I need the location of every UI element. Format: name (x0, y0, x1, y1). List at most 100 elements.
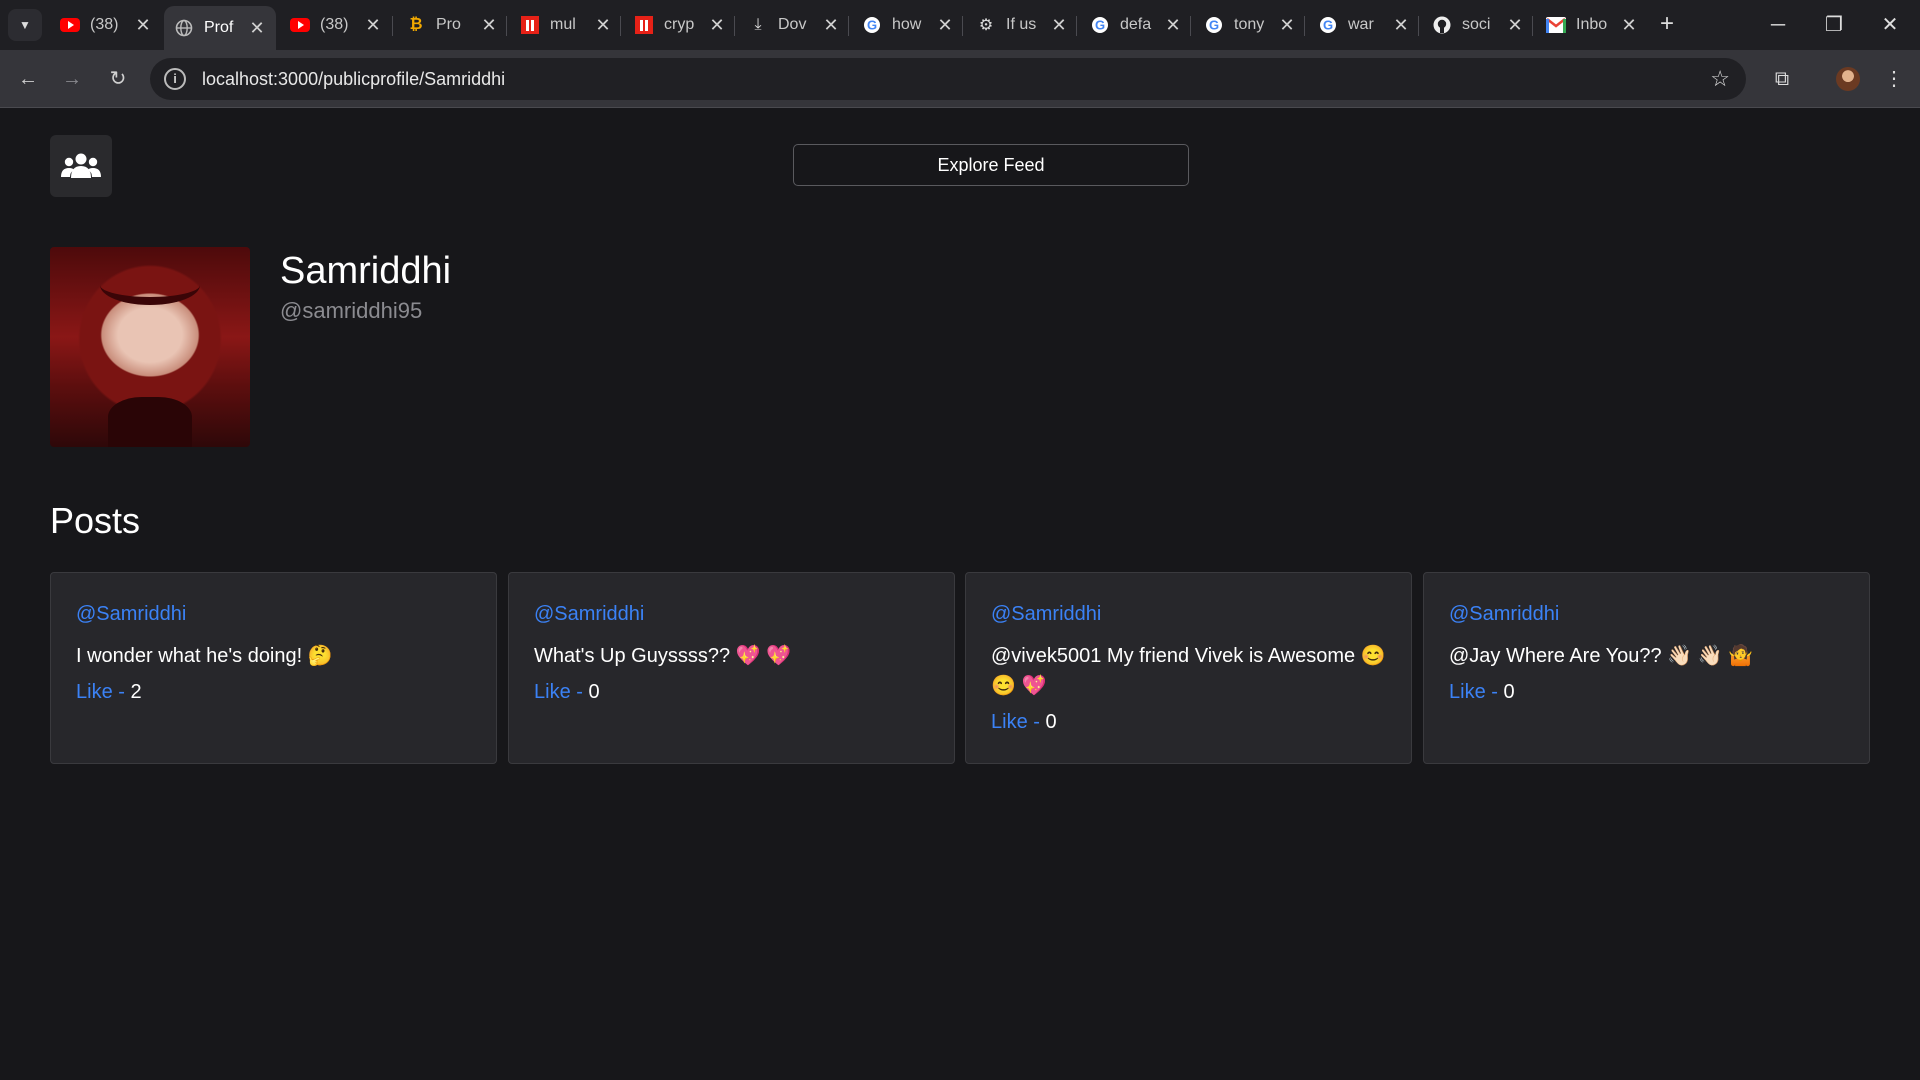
posts-heading: Posts (50, 500, 141, 541)
post-card: @Samriddhi What's Up Guyssss?? 💖 💖 Like … (508, 572, 955, 764)
tab-title: If us (1006, 16, 1037, 33)
reload-button[interactable]: ↻ (102, 63, 134, 95)
google-icon: G (1204, 15, 1224, 35)
restore-icon: ❐ (1825, 14, 1843, 36)
like-count: 2 (130, 681, 142, 703)
avatar-crown-detail (100, 265, 200, 305)
tab-separator (620, 16, 621, 36)
close-icon[interactable]: ✕ (1278, 15, 1296, 36)
like-count: 0 (1045, 711, 1057, 733)
tab-google-tony[interactable]: G tony ✕ (1194, 8, 1306, 42)
post-card: @Samriddhi @vivek5001 My friend Vivek is… (965, 572, 1412, 764)
profile-handle: @samriddhi95 (280, 298, 423, 323)
like-row: Like - 0 (991, 711, 1057, 734)
forward-button[interactable]: → (56, 63, 88, 95)
tab-crypto-profile[interactable]: ₿ Pro ✕ (396, 8, 508, 42)
close-icon[interactable]: ✕ (364, 15, 382, 36)
tab-title: (38) (320, 16, 349, 33)
close-icon[interactable]: ✕ (594, 15, 612, 36)
tab-separator (962, 16, 963, 36)
tab-github[interactable]: soci ✕ (1422, 8, 1534, 42)
tab-gmail[interactable]: Inbo ✕ (1536, 8, 1648, 42)
youtube-icon (290, 15, 310, 35)
like-count: 0 (1503, 681, 1515, 703)
svg-text:G: G (1209, 18, 1219, 33)
gmail-icon (1546, 15, 1566, 35)
like-button[interactable]: Like - (1449, 681, 1503, 703)
address-bar[interactable]: i localhost:3000/publicprofile/Samriddhi… (150, 58, 1746, 100)
tab-separator (848, 16, 849, 36)
post-author-link[interactable]: @Samriddhi (991, 603, 1101, 626)
post-author-link[interactable]: @Samriddhi (76, 603, 186, 626)
tab-youtube-2[interactable]: (38) ✕ (280, 8, 392, 42)
reload-icon: ↻ (109, 68, 127, 90)
like-button[interactable]: Like - (76, 681, 130, 703)
post-text: @Jay Where Are You?? 👋🏻 👋🏻 🤷 (1449, 645, 1754, 667)
close-icon[interactable]: ✕ (822, 15, 840, 36)
profile-avatar[interactable] (1836, 67, 1860, 91)
tab-title: war (1348, 16, 1374, 33)
tab-medium-2[interactable]: cryp ✕ (624, 8, 736, 42)
svg-text:G: G (1095, 18, 1105, 33)
post-card: @Samriddhi @Jay Where Are You?? 👋🏻 👋🏻 🤷 … (1423, 572, 1870, 764)
post-text: I wonder what he's doing! 🤔 (76, 645, 333, 667)
tab-medium-1[interactable]: mul ✕ (510, 8, 622, 42)
tab-profile[interactable]: Prof ✕ (164, 6, 276, 50)
tab-google-default[interactable]: G defa ✕ (1080, 8, 1192, 42)
app-logo-button[interactable] (50, 135, 112, 197)
close-icon[interactable]: ✕ (134, 15, 152, 36)
post-author-link[interactable]: @Samriddhi (534, 603, 644, 626)
like-row: Like - 0 (1449, 681, 1515, 704)
extensions-button[interactable]: ⧉ (1766, 63, 1798, 95)
like-button[interactable]: Like - (991, 711, 1045, 733)
close-icon[interactable]: ✕ (1506, 15, 1524, 36)
like-count: 0 (588, 681, 600, 703)
star-icon[interactable]: ☆ (1710, 66, 1730, 92)
close-icon[interactable]: ✕ (708, 15, 726, 36)
back-button[interactable]: ← (12, 63, 44, 95)
bitcoin-icon: ₿ (409, 16, 423, 33)
new-tab-button[interactable]: + (1652, 10, 1682, 40)
tab-chatgpt[interactable]: ⚙ If us ✕ (966, 8, 1078, 42)
tab-separator (1304, 16, 1305, 36)
close-icon[interactable]: ✕ (1050, 15, 1068, 36)
youtube-icon (60, 15, 80, 35)
close-icon[interactable]: ✕ (1620, 15, 1638, 36)
tab-title: Dov (778, 16, 807, 33)
avatar-costume-detail (108, 397, 192, 447)
download-icon: ⤓ (754, 16, 762, 33)
tab-youtube-1[interactable]: (38) ✕ (50, 8, 162, 42)
tab-title: (38) (90, 16, 119, 33)
tab-google-how[interactable]: G how ✕ (852, 8, 964, 42)
tab-download[interactable]: ⤓ Dov ✕ (738, 8, 850, 42)
post-author-link[interactable]: @Samriddhi (1449, 603, 1559, 626)
site-info-icon[interactable]: i (164, 68, 186, 90)
tab-title: soci (1462, 16, 1491, 33)
close-icon: ✕ (1881, 14, 1899, 36)
menu-button[interactable]: ⋮ (1878, 63, 1910, 95)
puzzle-icon: ⧉ (1774, 68, 1790, 90)
tab-search-button[interactable]: ▼ (8, 9, 42, 41)
google-icon: G (1318, 15, 1338, 35)
restore-button[interactable]: ❐ (1814, 8, 1854, 42)
minimize-button[interactable]: ─ (1758, 8, 1798, 42)
google-icon: G (1090, 15, 1110, 35)
tab-strip: ▼ (38) ✕ Prof ✕ (38) ✕ ₿ Pro ✕ mul ✕ cry… (0, 0, 1920, 50)
close-icon[interactable]: ✕ (480, 15, 498, 36)
close-icon[interactable]: ✕ (1164, 15, 1182, 36)
close-icon[interactable]: ✕ (936, 15, 954, 36)
like-button[interactable]: Like - (534, 681, 588, 703)
close-icon[interactable]: ✕ (1392, 15, 1410, 36)
tab-title: tony (1234, 16, 1265, 33)
tab-google-war[interactable]: G war ✕ (1308, 8, 1420, 42)
tab-separator (1418, 16, 1419, 36)
tab-separator (392, 16, 393, 36)
close-icon[interactable]: ✕ (248, 18, 266, 39)
close-window-button[interactable]: ✕ (1870, 8, 1910, 42)
post-card: @Samriddhi I wonder what he's doing! 🤔 L… (50, 572, 497, 764)
google-icon: G (862, 15, 882, 35)
url-text[interactable]: localhost:3000/publicprofile/Samriddhi (202, 69, 1710, 90)
explore-feed-button[interactable]: Explore Feed (793, 144, 1189, 186)
browser-toolbar: ← → ↻ i localhost:3000/publicprofile/Sam… (0, 50, 1920, 108)
svg-text:G: G (867, 18, 877, 33)
